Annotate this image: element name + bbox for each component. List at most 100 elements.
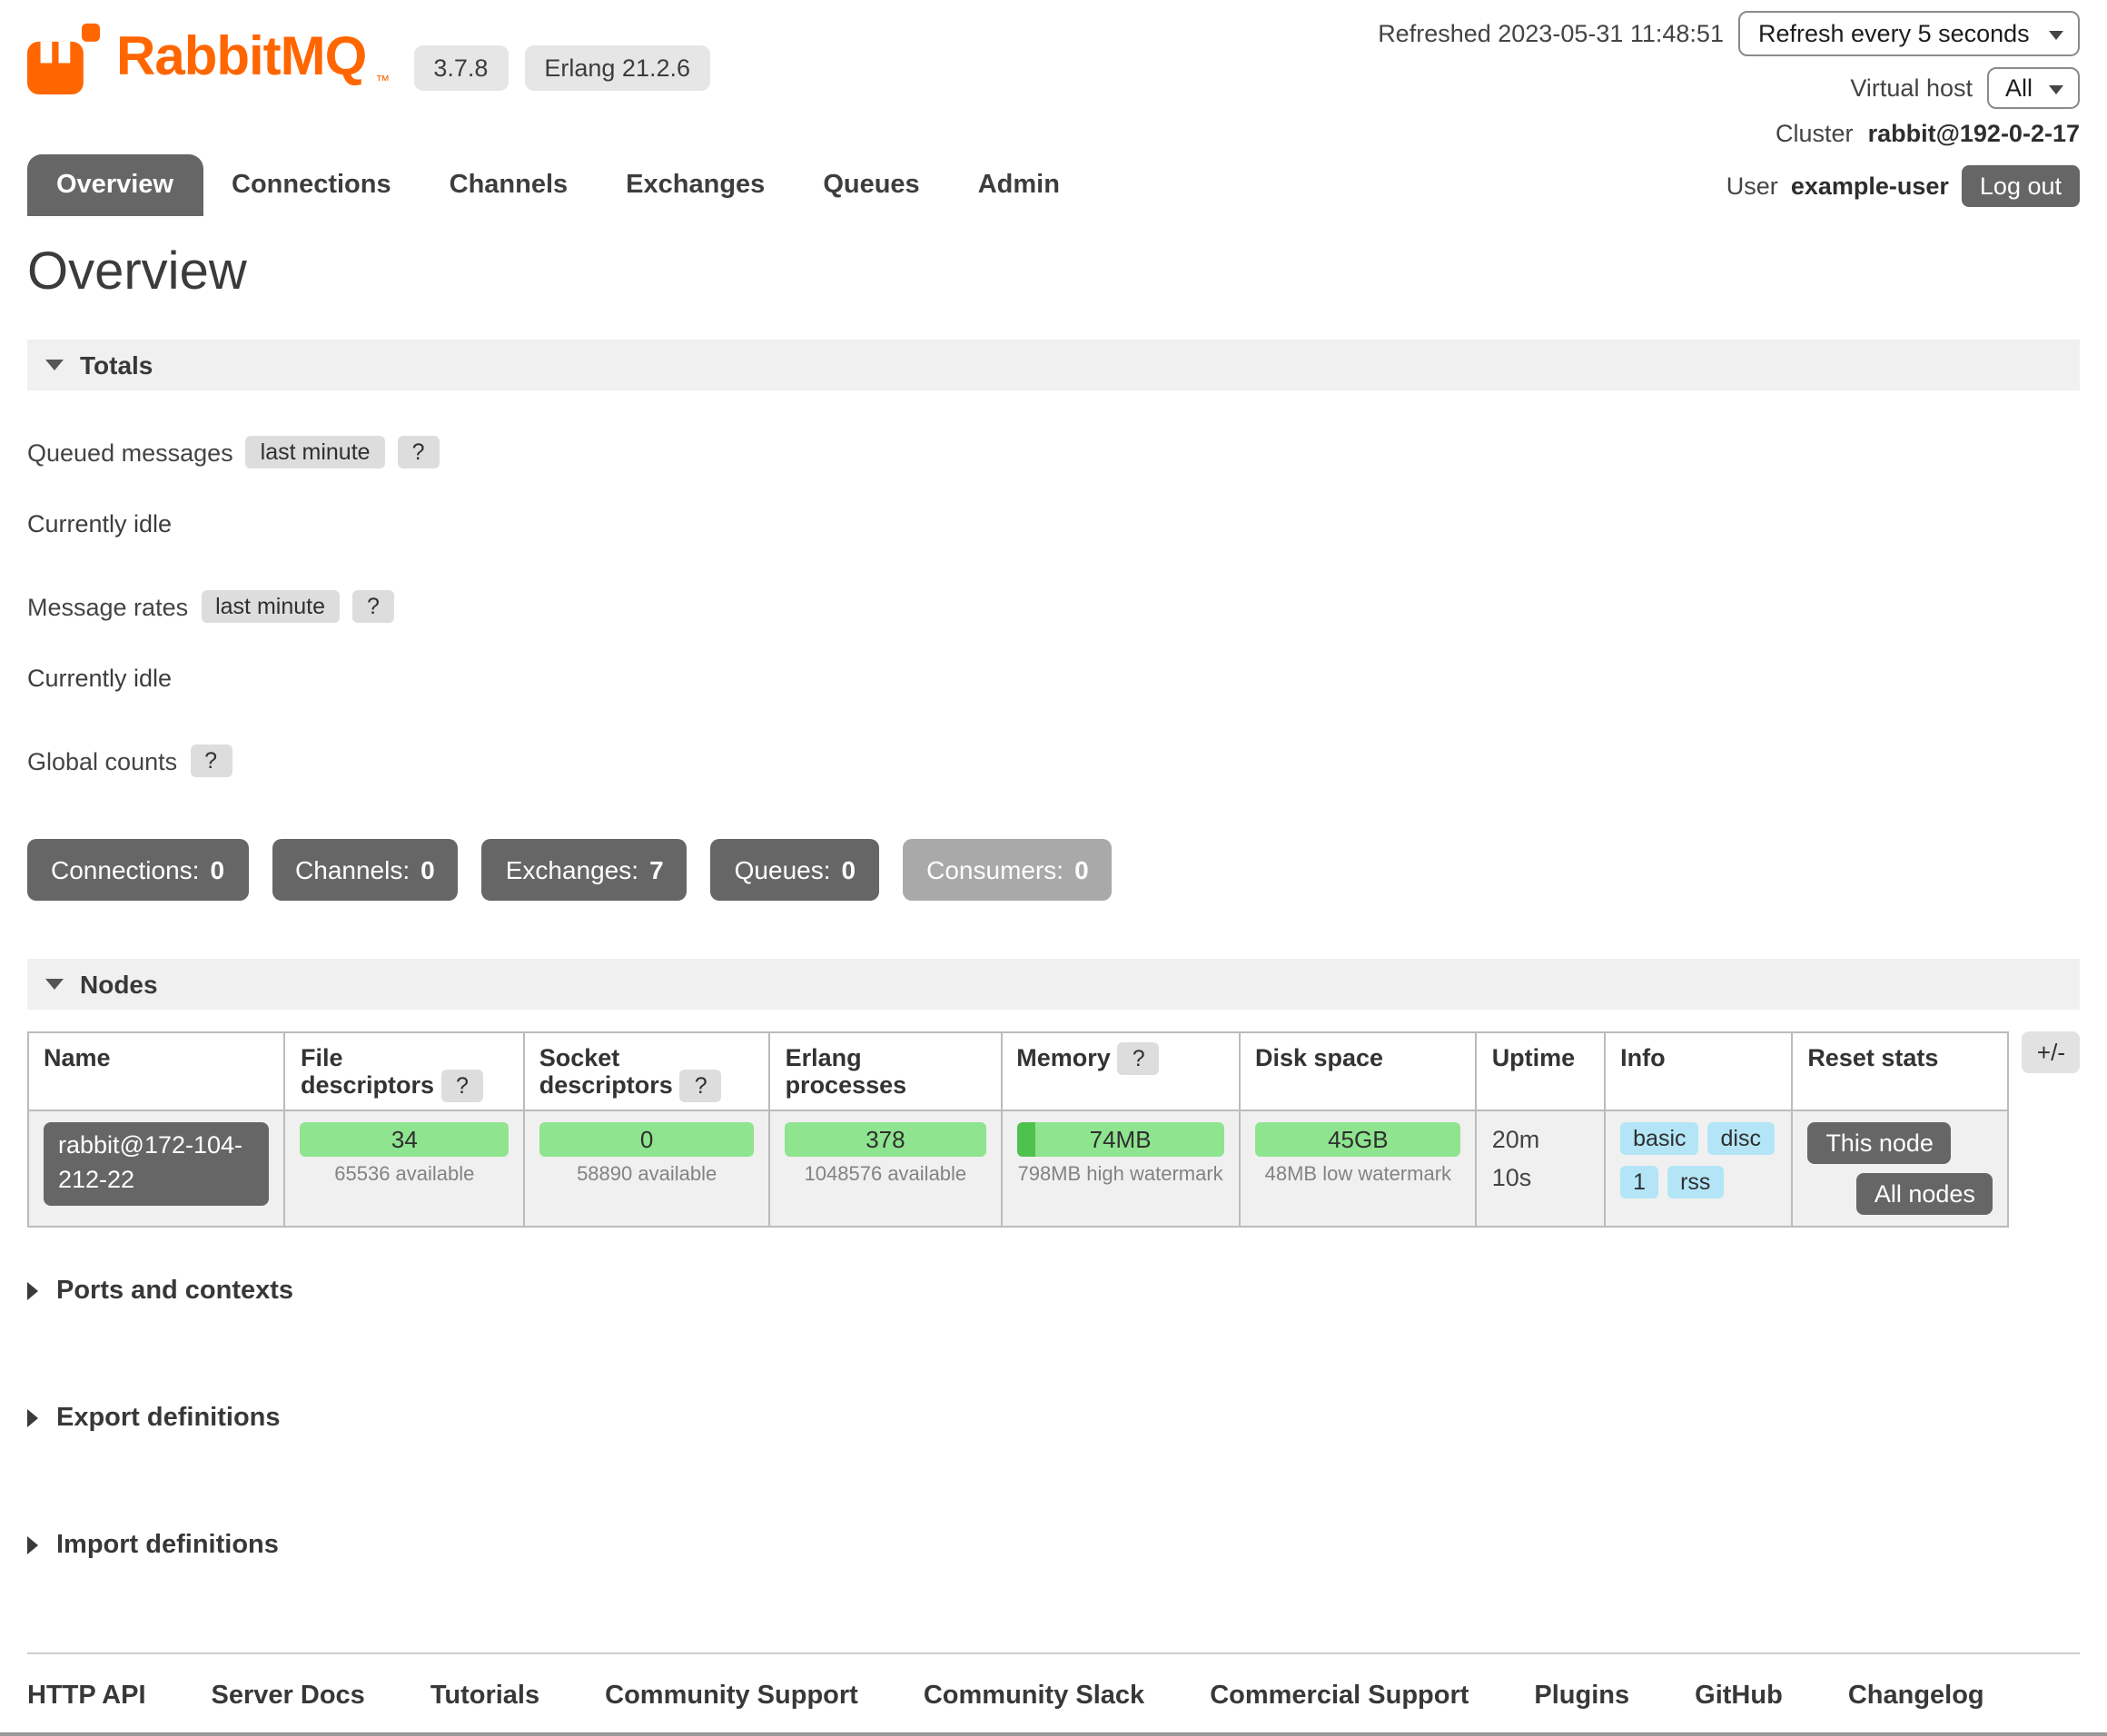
column-header-socket-descriptors-label: Socket descriptors [539, 1044, 673, 1099]
uptime-value: 20m 10s [1492, 1122, 1561, 1198]
nodes-table-wrap: Name File descriptors? Socket descriptor… [27, 1031, 2080, 1228]
tab-exchanges[interactable]: Exchanges [597, 154, 794, 216]
cluster-name: rabbit@192-0-2-17 [1868, 120, 2080, 147]
footer-link-tutorials[interactable]: Tutorials [430, 1682, 539, 1711]
erlang-processes-value: 378 [786, 1122, 986, 1157]
footer-link-http-api[interactable]: HTTP API [27, 1682, 146, 1711]
reset-all-nodes-button[interactable]: All nodes [1856, 1173, 1993, 1215]
file-descriptors-detail: 65536 available [301, 1164, 509, 1186]
socket-descriptors-cell: 0 58890 available [524, 1110, 770, 1227]
queues-count-label: Queues: [735, 855, 831, 884]
global-counts-help-icon[interactable]: ? [190, 745, 232, 777]
column-header-name: Name [28, 1032, 285, 1110]
disk-space-detail: 48MB low watermark [1255, 1164, 1461, 1186]
footer-link-community-slack[interactable]: Community Slack [924, 1682, 1144, 1711]
queued-messages-row: Queued messages last minute ? [27, 436, 2080, 469]
footer-link-github[interactable]: GitHub [1695, 1682, 1783, 1711]
column-header-reset-stats-label: Reset stats [1807, 1044, 1938, 1071]
totals-section-header[interactable]: Totals [27, 340, 2080, 390]
export-definitions-section-header[interactable]: Export definitions [27, 1404, 2080, 1433]
info-tag-basic: basic [1620, 1122, 1698, 1155]
footer-divider [27, 1652, 2080, 1654]
top-bar: RabbitMQ ™ 3.7.8 Erlang 21.2.6 Refreshed… [27, 11, 2080, 147]
column-header-erlang-processes-label: Erlang processes [786, 1044, 907, 1099]
footer-link-community-support[interactable]: Community Support [605, 1682, 858, 1711]
virtual-host-select[interactable]: All [1987, 67, 2080, 109]
queued-messages-window-badge[interactable]: last minute [246, 436, 385, 469]
channels-count-badge[interactable]: Channels:0 [272, 839, 459, 901]
tab-channels[interactable]: Channels [420, 154, 598, 216]
erlang-processes-detail: 1048576 available [786, 1164, 986, 1186]
message-rates-label: Message rates [27, 593, 188, 620]
rabbitmq-logo-icon [27, 22, 100, 94]
status-controls: Refreshed 2023-05-31 11:48:51 Refresh ev… [1378, 11, 2080, 147]
memory-bar: 74MB [1016, 1122, 1224, 1157]
footer-link-changelog[interactable]: Changelog [1848, 1682, 1984, 1711]
tab-overview[interactable]: Overview [27, 154, 203, 216]
queued-messages-label: Queued messages [27, 439, 233, 466]
socket-descriptors-help-icon[interactable]: ? [680, 1070, 722, 1102]
refresh-interval-select[interactable]: Refresh every 5 seconds [1738, 11, 2080, 56]
queued-messages-help-icon[interactable]: ? [398, 436, 440, 469]
nodes-header-row: Name File descriptors? Socket descriptor… [28, 1032, 2009, 1110]
column-header-file-descriptors: File descriptors? [285, 1032, 524, 1110]
trademark-mark: ™ [375, 73, 390, 89]
footer-link-plugins[interactable]: Plugins [1534, 1682, 1629, 1711]
socket-descriptors-bar: 0 [539, 1122, 755, 1157]
memory-help-icon[interactable]: ? [1118, 1042, 1160, 1075]
reset-stats-cell: This node All nodes [1792, 1110, 2009, 1227]
collapse-arrow-icon [45, 360, 64, 370]
nodes-section-header[interactable]: Nodes [27, 959, 2080, 1010]
reset-this-node-row: This node [1807, 1122, 1993, 1164]
page-container: RabbitMQ ™ 3.7.8 Erlang 21.2.6 Refreshed… [0, 0, 2107, 1246]
file-descriptors-help-icon[interactable]: ? [441, 1070, 483, 1102]
footer-link-commercial-support[interactable]: Commercial Support [1210, 1682, 1469, 1711]
import-definitions-section-header[interactable]: Import definitions [27, 1531, 2080, 1560]
user-box: User example-user Log out [1726, 164, 2080, 206]
export-definitions-title: Export definitions [56, 1404, 281, 1433]
tab-bar: Overview Connections Channels Exchanges … [27, 154, 1089, 216]
page-title: Overview [27, 243, 2080, 303]
column-header-info-label: Info [1620, 1044, 1666, 1071]
erlang-processes-cell: 378 1048576 available [770, 1110, 1002, 1227]
message-rates-window-badge[interactable]: last minute [201, 590, 340, 623]
column-header-memory: Memory? [1001, 1032, 1240, 1110]
node-name-cell: rabbit@172-104-212-22 [28, 1110, 285, 1227]
erlang-processes-bar: 378 [786, 1122, 986, 1157]
uptime-cell: 20m 10s [1477, 1110, 1605, 1227]
footer-link-server-docs[interactable]: Server Docs [212, 1682, 365, 1711]
file-descriptors-value: 34 [301, 1122, 509, 1157]
message-rates-help-icon[interactable]: ? [352, 590, 394, 623]
queues-count-badge[interactable]: Queues:0 [711, 839, 879, 901]
nodes-table: Name File descriptors? Socket descriptor… [27, 1031, 2010, 1228]
column-header-info: Info [1605, 1032, 1792, 1110]
global-counts-badges: Connections:0 Channels:0 Exchanges:7 Que… [27, 839, 2080, 901]
consumers-count-label: Consumers: [926, 855, 1063, 884]
disk-space-value: 45GB [1255, 1122, 1461, 1157]
column-header-disk-space: Disk space [1240, 1032, 1477, 1110]
connections-count-label: Connections: [51, 855, 199, 884]
logout-button[interactable]: Log out [1962, 164, 2080, 206]
memory-value: 74MB [1016, 1122, 1224, 1157]
tab-admin[interactable]: Admin [949, 154, 1089, 216]
erlang-version-badge: Erlang 21.2.6 [524, 44, 710, 90]
rabbitmq-version-badge: 3.7.8 [413, 44, 508, 90]
info-tag-row: 1 rss [1620, 1166, 1776, 1198]
node-name-badge[interactable]: rabbit@172-104-212-22 [44, 1122, 270, 1206]
column-header-erlang-processes: Erlang processes [770, 1032, 1002, 1110]
reset-this-node-button[interactable]: This node [1807, 1122, 1952, 1164]
tab-queues[interactable]: Queues [794, 154, 948, 216]
ports-and-contexts-section-header[interactable]: Ports and contexts [27, 1277, 2080, 1306]
socket-descriptors-value: 0 [539, 1122, 755, 1157]
logo-wordmark: RabbitMQ [116, 31, 366, 85]
exchanges-count-badge[interactable]: Exchanges:7 [482, 839, 687, 901]
column-toggle-button[interactable]: +/- [2023, 1031, 2080, 1073]
footer-links: HTTP API Server Docs Tutorials Community… [27, 1682, 2080, 1711]
info-tag-count: 1 [1620, 1166, 1658, 1198]
import-definitions-title: Import definitions [56, 1531, 279, 1560]
connections-count-badge[interactable]: Connections:0 [27, 839, 248, 901]
refreshed-timestamp: Refreshed 2023-05-31 11:48:51 [1378, 20, 1724, 47]
tab-connections[interactable]: Connections [203, 154, 420, 216]
file-descriptors-cell: 34 65536 available [285, 1110, 524, 1227]
nodes-section-title: Nodes [80, 970, 158, 999]
